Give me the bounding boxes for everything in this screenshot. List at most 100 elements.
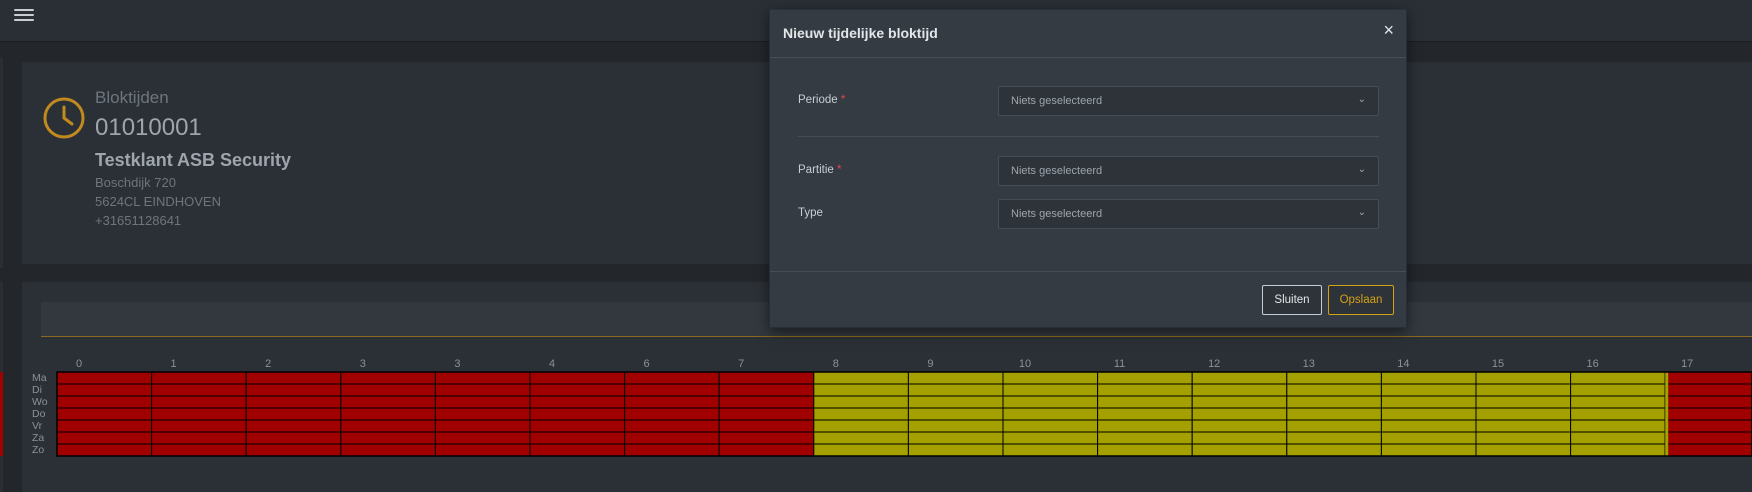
open-cell[interactable] bbox=[1191, 407, 1288, 421]
block-cell[interactable] bbox=[718, 443, 815, 457]
block-cell[interactable] bbox=[245, 407, 342, 421]
open-cell[interactable] bbox=[1475, 419, 1572, 433]
open-cell[interactable] bbox=[1191, 443, 1288, 457]
block-cell[interactable] bbox=[340, 443, 436, 457]
open-cell[interactable] bbox=[813, 383, 909, 397]
block-cell[interactable] bbox=[56, 431, 153, 445]
block-cell[interactable] bbox=[151, 371, 247, 385]
block-cell[interactable] bbox=[151, 419, 247, 433]
open-cell[interactable] bbox=[813, 407, 909, 421]
open-cell[interactable] bbox=[1002, 371, 1099, 385]
block-cell[interactable] bbox=[151, 395, 247, 409]
block-cell[interactable] bbox=[56, 407, 153, 421]
block-cell[interactable] bbox=[1664, 383, 1752, 397]
open-cell[interactable] bbox=[1002, 419, 1099, 433]
block-cell[interactable] bbox=[529, 419, 626, 433]
periode-select[interactable]: Niets geselecteerd ⌄ bbox=[998, 86, 1379, 116]
block-cell[interactable] bbox=[434, 407, 531, 421]
block-cell[interactable] bbox=[434, 371, 531, 385]
block-cell[interactable] bbox=[718, 371, 815, 385]
open-cell[interactable] bbox=[1380, 395, 1477, 409]
open-cell[interactable] bbox=[813, 395, 909, 409]
block-cell[interactable] bbox=[718, 383, 815, 397]
open-cell[interactable] bbox=[1002, 443, 1099, 457]
block-cell[interactable] bbox=[56, 395, 153, 409]
block-cell[interactable] bbox=[624, 383, 720, 397]
open-cell[interactable] bbox=[1475, 383, 1572, 397]
open-cell[interactable] bbox=[1380, 419, 1477, 433]
block-cell[interactable] bbox=[1664, 419, 1752, 433]
open-cell[interactable] bbox=[813, 419, 909, 433]
open-cell[interactable] bbox=[907, 395, 1004, 409]
open-cell[interactable] bbox=[1570, 443, 1666, 457]
open-cell[interactable] bbox=[907, 431, 1004, 445]
open-cell[interactable] bbox=[1286, 383, 1382, 397]
open-cell[interactable] bbox=[1380, 407, 1477, 421]
block-cell[interactable] bbox=[624, 431, 720, 445]
open-cell[interactable] bbox=[1002, 407, 1099, 421]
block-cell[interactable] bbox=[151, 443, 247, 457]
open-cell[interactable] bbox=[1191, 371, 1288, 385]
block-cell[interactable] bbox=[245, 419, 342, 433]
open-cell[interactable] bbox=[1475, 443, 1572, 457]
block-cell[interactable] bbox=[340, 395, 436, 409]
open-cell[interactable] bbox=[1097, 419, 1193, 433]
open-cell[interactable] bbox=[907, 383, 1004, 397]
open-cell[interactable] bbox=[1097, 371, 1193, 385]
block-cell[interactable] bbox=[56, 371, 153, 385]
open-cell[interactable] bbox=[1097, 395, 1193, 409]
block-cell[interactable] bbox=[151, 431, 247, 445]
block-cell[interactable] bbox=[434, 431, 531, 445]
block-cell[interactable] bbox=[624, 443, 720, 457]
partitie-select[interactable]: Niets geselecteerd ⌄ bbox=[998, 156, 1379, 186]
open-cell[interactable] bbox=[1191, 431, 1288, 445]
block-cell[interactable] bbox=[624, 407, 720, 421]
open-cell[interactable] bbox=[1286, 407, 1382, 421]
block-cell[interactable] bbox=[56, 383, 153, 397]
open-cell[interactable] bbox=[907, 419, 1004, 433]
open-cell[interactable] bbox=[1286, 443, 1382, 457]
open-cell[interactable] bbox=[1475, 407, 1572, 421]
type-select[interactable]: Niets geselecteerd ⌄ bbox=[998, 199, 1379, 229]
open-cell[interactable] bbox=[1191, 383, 1288, 397]
block-cell[interactable] bbox=[340, 431, 436, 445]
open-cell[interactable] bbox=[1475, 395, 1572, 409]
block-cell[interactable] bbox=[624, 395, 720, 409]
block-cell[interactable] bbox=[434, 383, 531, 397]
open-cell[interactable] bbox=[1002, 383, 1099, 397]
block-cell[interactable] bbox=[529, 431, 626, 445]
block-cell[interactable] bbox=[245, 395, 342, 409]
block-cell[interactable] bbox=[624, 419, 720, 433]
open-cell[interactable] bbox=[1286, 395, 1382, 409]
block-cell[interactable] bbox=[340, 407, 436, 421]
block-cell[interactable] bbox=[340, 419, 436, 433]
block-cell[interactable] bbox=[1664, 431, 1752, 445]
block-cell[interactable] bbox=[1664, 395, 1752, 409]
open-cell[interactable] bbox=[1002, 395, 1099, 409]
open-cell[interactable] bbox=[1380, 443, 1477, 457]
open-cell[interactable] bbox=[1570, 431, 1666, 445]
block-cell[interactable] bbox=[245, 383, 342, 397]
block-cell[interactable] bbox=[1664, 407, 1752, 421]
block-cell[interactable] bbox=[718, 395, 815, 409]
open-cell[interactable] bbox=[1097, 431, 1193, 445]
block-cell[interactable] bbox=[1664, 371, 1752, 385]
block-cell[interactable] bbox=[434, 443, 531, 457]
block-cell[interactable] bbox=[529, 407, 626, 421]
open-cell[interactable] bbox=[1380, 383, 1477, 397]
block-cell[interactable] bbox=[151, 407, 247, 421]
close-button[interactable]: Sluiten bbox=[1262, 285, 1322, 315]
open-cell[interactable] bbox=[1191, 395, 1288, 409]
block-cell[interactable] bbox=[56, 443, 153, 457]
close-icon[interactable]: × bbox=[1383, 21, 1394, 39]
block-cell[interactable] bbox=[529, 371, 626, 385]
block-cell[interactable] bbox=[434, 419, 531, 433]
block-cell[interactable] bbox=[718, 419, 815, 433]
block-cell[interactable] bbox=[529, 443, 626, 457]
open-cell[interactable] bbox=[813, 443, 909, 457]
open-cell[interactable] bbox=[1191, 419, 1288, 433]
open-cell[interactable] bbox=[1570, 371, 1666, 385]
save-button[interactable]: Opslaan bbox=[1328, 285, 1394, 315]
open-cell[interactable] bbox=[1380, 431, 1477, 445]
block-cell[interactable] bbox=[434, 395, 531, 409]
